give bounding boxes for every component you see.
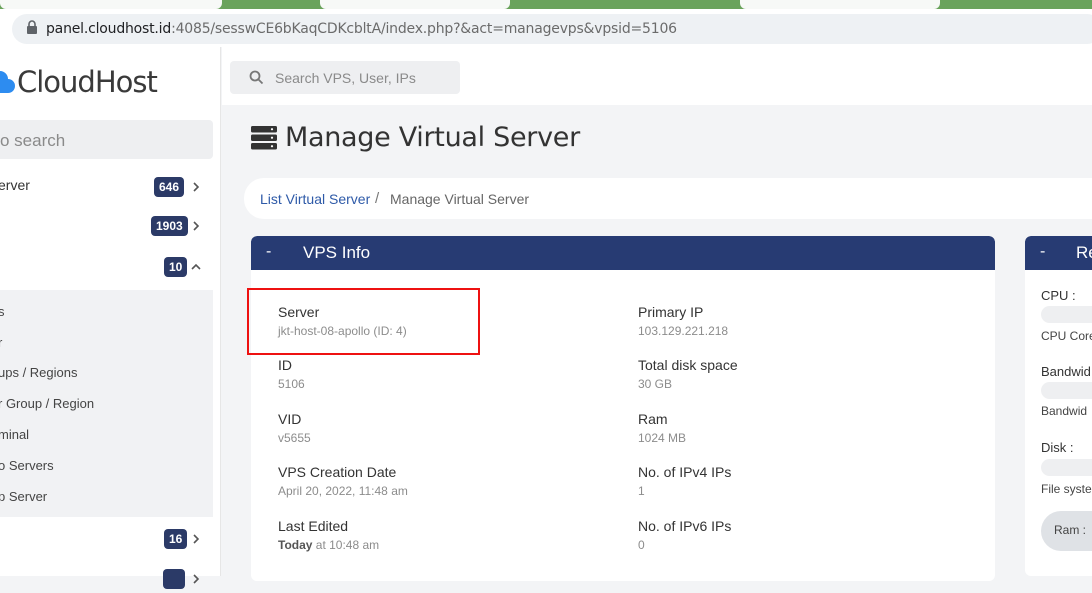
collapse-toggle[interactable]: - — [266, 243, 271, 261]
vps-info-header: - VPS Info — [251, 236, 995, 270]
cpu-label: CPU : — [1041, 288, 1076, 303]
field-value: 103.129.221.218 — [638, 324, 729, 338]
chevron-right-icon — [193, 574, 200, 584]
global-search-placeholder: Search VPS, User, IPs — [275, 70, 416, 86]
logo[interactable]: CloudHost — [0, 65, 158, 99]
field-label: ID — [278, 357, 292, 373]
submenu-item[interactable]: p Server — [0, 489, 47, 504]
submenu-item[interactable]: minal — [0, 427, 29, 442]
field-label: Ram — [638, 411, 668, 427]
breadcrumb-separator: / — [375, 190, 380, 207]
field-label: VPS Creation Date — [278, 464, 397, 480]
disk-usage-bar — [1041, 459, 1092, 476]
count-badge: 1903 — [151, 216, 188, 236]
field-creation-date: VPS Creation Date April 20, 2022, 11:48 … — [278, 464, 408, 498]
chevron-right-icon — [193, 534, 200, 544]
field-primary-ip: Primary IP 103.129.221.218 — [638, 304, 728, 338]
lock-icon[interactable] — [25, 19, 39, 35]
field-label: No. of IPv6 IPs — [638, 518, 732, 534]
cpu-cores-label: CPU Core — [1041, 329, 1092, 343]
url-text[interactable]: panel.cloudhost.id:4085/sesswCE6bKaqCDKc… — [46, 21, 677, 37]
field-label: Total disk space — [638, 357, 738, 373]
page-title: Manage Virtual Server — [285, 122, 580, 153]
field-label: VID — [278, 411, 302, 427]
sidebar-item[interactable]: 16 — [0, 524, 221, 554]
field-value: 30 GB — [638, 377, 673, 391]
field-label: No. of IPv4 IPs — [638, 464, 732, 480]
count-badge: 16 — [164, 529, 188, 549]
count-badge: 646 — [154, 177, 185, 197]
browser-tab-strip — [0, 0, 1092, 9]
ram-pill: Ram : — [1041, 511, 1092, 551]
field-label: Primary IP — [638, 304, 704, 320]
submenu-item[interactable]: o Servers — [0, 458, 54, 473]
field-value: Today at 10:48 am — [278, 538, 379, 552]
url-path: :4085/sesswCE6bKaqCDKcbltA/index.php?&ac… — [171, 21, 677, 37]
url-host: panel.cloudhost.id — [46, 21, 172, 37]
field-id: ID 5106 — [278, 357, 305, 391]
sidebar-item-server[interactable]: erver 646 — [0, 171, 221, 201]
bandwidth-label: Bandwid — [1041, 364, 1091, 379]
field-ipv6-count: No. of IPv6 IPs 0 — [638, 518, 731, 552]
top-bar: Search VPS, User, IPs — [222, 47, 1092, 105]
sidebar-submenu: s r ups / Regions r Group / Region minal… — [0, 290, 213, 517]
collapse-toggle[interactable]: - — [1040, 243, 1045, 261]
highlight-box — [247, 288, 480, 355]
count-badge — [163, 569, 185, 589]
cloud-logo-icon — [0, 71, 15, 93]
vps-info-title: VPS Info — [303, 243, 371, 262]
sidebar-item[interactable]: 1903 — [0, 211, 221, 241]
bandwidth-usage-bar — [1041, 382, 1092, 399]
server-icon — [251, 125, 277, 149]
field-value: v5655 — [278, 431, 311, 445]
field-value: 0 — [638, 538, 645, 552]
filesystem-label: File syste — [1041, 482, 1092, 496]
cpu-usage-bar — [1041, 306, 1092, 323]
search-icon — [249, 70, 264, 85]
chevron-right-icon — [193, 182, 200, 192]
field-vid: VID v5655 — [278, 411, 311, 445]
sidebar-search-input[interactable]: o search — [0, 120, 213, 159]
sidebar-item-expanded[interactable]: 10 — [0, 252, 221, 282]
chevron-up-icon — [191, 263, 201, 270]
resources-header: - Re — [1025, 236, 1092, 270]
browser-address-bar: panel.cloudhost.id:4085/sesswCE6bKaqCDKc… — [0, 9, 1092, 47]
resources-title: Re — [1076, 243, 1092, 262]
sidebar: CloudHost o search erver 646 1903 10 s r… — [0, 47, 221, 589]
field-value-rest: at 10:48 am — [312, 538, 380, 552]
count-badge: 10 — [164, 257, 188, 277]
field-last-edited: Last Edited Today at 10:48 am — [278, 518, 379, 552]
logo-text: CloudHost — [17, 65, 158, 99]
browser-tab-active[interactable] — [320, 0, 510, 9]
field-value: 5106 — [278, 377, 305, 391]
field-total-disk: Total disk space 30 GB — [638, 357, 738, 391]
disk-label: Disk : — [1041, 440, 1074, 455]
breadcrumb-current: Manage Virtual Server — [390, 191, 530, 207]
field-value: April 20, 2022, 11:48 am — [278, 484, 408, 498]
ram-pill-label: Ram : — [1054, 523, 1087, 537]
breadcrumb-link-list-vps[interactable]: List Virtual Server — [260, 191, 370, 207]
field-label: Last Edited — [278, 518, 349, 534]
field-ram: Ram 1024 MB — [638, 411, 686, 445]
field-value-bold: Today — [278, 538, 313, 552]
field-value: 1024 MB — [638, 431, 687, 445]
resources-card: - Re CPU : CPU Core Bandwid Bandwid Disk… — [1025, 236, 1092, 576]
sidebar-item[interactable] — [0, 563, 221, 593]
page-title-row: Manage Virtual Server — [250, 122, 580, 153]
bandwidth-sub-label: Bandwid — [1041, 404, 1088, 418]
sidebar-item-label: erver — [0, 177, 30, 193]
submenu-item[interactable]: ups / Regions — [0, 365, 78, 380]
browser-tab[interactable] — [0, 0, 222, 9]
field-value: 1 — [638, 484, 645, 498]
global-search-input[interactable]: Search VPS, User, IPs — [230, 61, 460, 94]
field-ipv4-count: No. of IPv4 IPs 1 — [638, 464, 731, 498]
submenu-item[interactable]: r — [0, 335, 2, 350]
submenu-item[interactable]: r Group / Region — [0, 396, 94, 411]
chevron-right-icon — [193, 221, 200, 231]
submenu-item[interactable]: s — [0, 304, 5, 319]
breadcrumb: List Virtual Server / Manage Virtual Ser… — [244, 178, 1092, 219]
browser-tab[interactable] — [740, 0, 940, 9]
sidebar-search-placeholder: o search — [0, 131, 66, 150]
